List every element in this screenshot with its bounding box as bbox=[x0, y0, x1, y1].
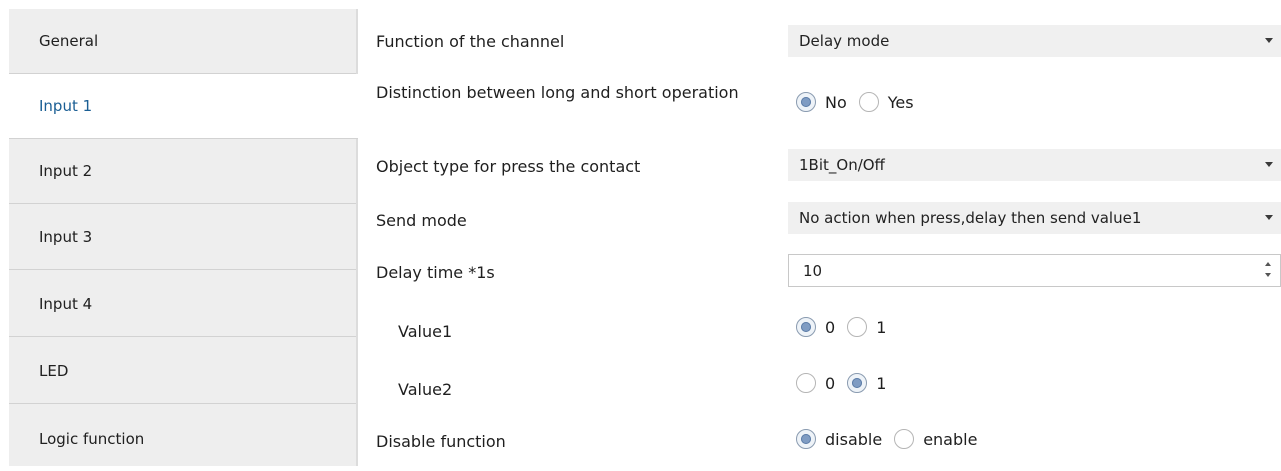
radio-label: 1 bbox=[876, 373, 887, 393]
sidebar-item-label: Input 4 bbox=[39, 295, 93, 313]
radio-button-icon[interactable] bbox=[796, 373, 816, 393]
sidebar-item-input-4[interactable]: Input 4 bbox=[9, 272, 356, 337]
sidebar-item-logic-function[interactable]: Logic function bbox=[9, 406, 356, 471]
radio-button-icon[interactable] bbox=[858, 92, 879, 112]
radio-label: enable bbox=[923, 429, 978, 449]
send-mode-value: No action when press,delay then send val… bbox=[799, 209, 1142, 227]
sidebar-item-label: LED bbox=[39, 362, 69, 380]
value2-radio-group: 0 1 bbox=[796, 373, 898, 393]
sidebar-item-label: Input 3 bbox=[39, 228, 93, 246]
value1-label: Value1 bbox=[398, 322, 453, 341]
send-mode-select[interactable]: No action when press,delay then send val… bbox=[788, 202, 1281, 234]
sidebar-item-label: Input 1 bbox=[39, 97, 93, 115]
radio-label: No bbox=[825, 92, 847, 112]
sidebar-item-input-2[interactable]: Input 2 bbox=[9, 139, 356, 204]
distinction-radio-group: No Yes bbox=[796, 92, 926, 112]
radio-label: disable bbox=[825, 429, 883, 449]
radio-button-icon[interactable] bbox=[796, 429, 816, 449]
chevron-down-icon bbox=[1265, 162, 1273, 167]
sidebar-nav: General Input 1 Input 2 Input 3 Input 4 … bbox=[9, 9, 358, 466]
radio-button-icon[interactable] bbox=[847, 373, 868, 393]
value2-option-1[interactable]: 1 bbox=[847, 373, 898, 393]
value2-option-0[interactable]: 0 bbox=[796, 373, 847, 393]
object-type-select[interactable]: 1Bit_On/Off bbox=[788, 149, 1281, 181]
value1-radio-group: 0 1 bbox=[796, 317, 898, 337]
sidebar-item-input-1[interactable]: Input 1 bbox=[9, 74, 358, 139]
spinner-up-icon[interactable] bbox=[1265, 262, 1271, 266]
radio-button-icon[interactable] bbox=[894, 429, 915, 449]
disable-function-label: Disable function bbox=[376, 432, 506, 451]
distinction-label: Distinction between long and short opera… bbox=[376, 83, 739, 102]
radio-label: 0 bbox=[825, 317, 836, 337]
chevron-down-icon bbox=[1265, 38, 1273, 43]
value2-label: Value2 bbox=[398, 380, 453, 399]
spinner-arrows-icon[interactable] bbox=[1264, 261, 1274, 281]
radio-button-icon[interactable] bbox=[847, 317, 868, 337]
radio-button-icon[interactable] bbox=[796, 92, 816, 112]
radio-button-icon[interactable] bbox=[796, 317, 816, 337]
function-channel-label: Function of the channel bbox=[376, 32, 565, 51]
disable-function-option-disable[interactable]: disable bbox=[796, 429, 894, 449]
distinction-option-yes[interactable]: Yes bbox=[858, 92, 926, 112]
sidebar-item-input-3[interactable]: Input 3 bbox=[9, 205, 356, 270]
spinner-down-icon[interactable] bbox=[1265, 273, 1271, 277]
function-channel-select[interactable]: Delay mode bbox=[788, 25, 1281, 57]
disable-function-option-enable[interactable]: enable bbox=[894, 429, 989, 449]
sidebar-item-label: Logic function bbox=[39, 429, 145, 448]
sidebar-item-general[interactable]: General bbox=[9, 9, 356, 74]
chevron-down-icon bbox=[1265, 215, 1273, 220]
send-mode-label: Send mode bbox=[376, 211, 467, 230]
radio-label: Yes bbox=[887, 92, 914, 112]
delay-time-input[interactable]: 10 bbox=[788, 254, 1281, 287]
value1-option-1[interactable]: 1 bbox=[847, 317, 898, 337]
function-channel-value: Delay mode bbox=[799, 32, 890, 50]
disable-function-radio-group: disable enable bbox=[796, 429, 989, 449]
radio-label: 1 bbox=[876, 317, 887, 337]
object-type-value: 1Bit_On/Off bbox=[799, 156, 885, 174]
object-type-label: Object type for press the contact bbox=[376, 157, 641, 176]
radio-label: 0 bbox=[825, 373, 836, 393]
distinction-option-no[interactable]: No bbox=[796, 92, 859, 112]
sidebar-item-label: Input 2 bbox=[39, 162, 93, 180]
delay-time-label: Delay time *1s bbox=[376, 263, 495, 282]
delay-time-value: 10 bbox=[803, 261, 823, 280]
sidebar-item-label: General bbox=[39, 32, 99, 50]
sidebar-item-led[interactable]: LED bbox=[9, 339, 356, 404]
value1-option-0[interactable]: 0 bbox=[796, 317, 847, 337]
